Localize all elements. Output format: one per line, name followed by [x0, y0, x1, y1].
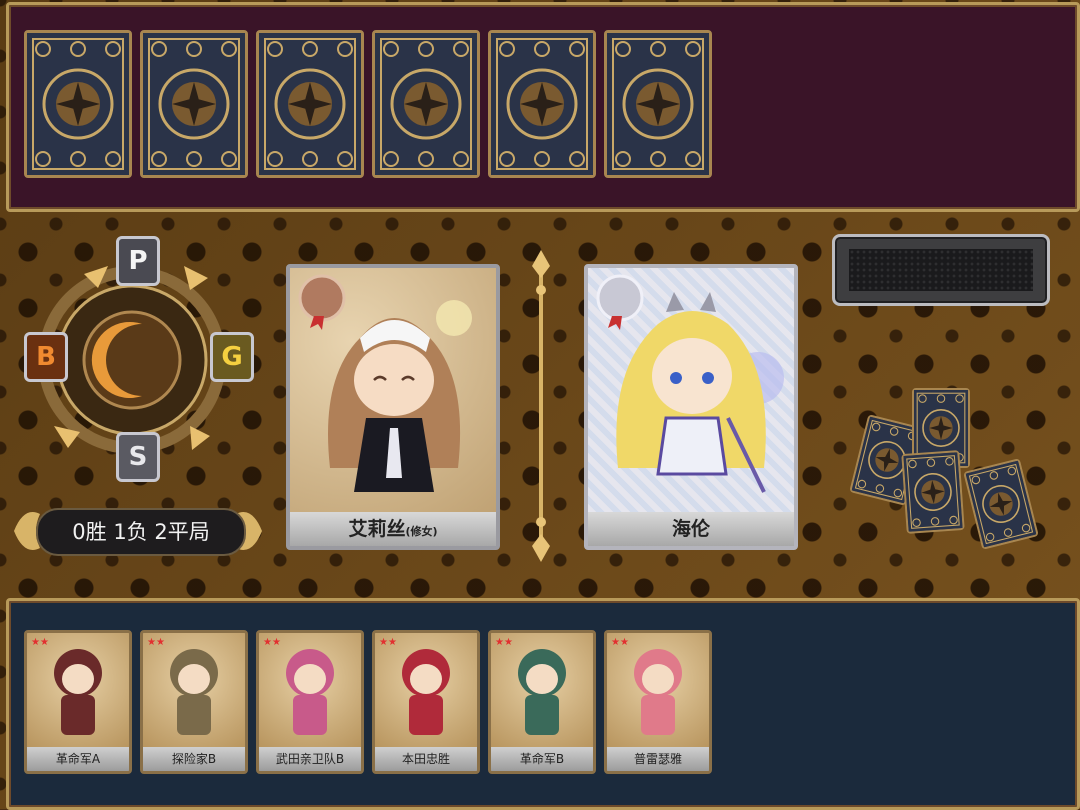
hand-card-label: 普雷瑟雅: [607, 747, 709, 771]
knight-chibi-illustration: [596, 274, 784, 493]
wheel-letter-s[interactable]: S: [116, 432, 160, 482]
hand-card-art: [259, 633, 361, 747]
hand-card[interactable]: ★★ 武田亲卫队B: [256, 630, 364, 774]
rarity-stars: ★★: [147, 637, 165, 648]
player-card-name-main: 艾莉丝: [348, 518, 406, 540]
chibi-illustration: [54, 649, 102, 735]
hand-card-label: 探险家B: [143, 747, 245, 771]
chibi-illustration: [634, 649, 682, 735]
opponent-card-back: [372, 30, 480, 178]
player-card-art: [290, 268, 496, 512]
hand-card-label: 革命军B: [491, 747, 593, 771]
nun-chibi-illustration: [298, 274, 472, 492]
enemy-card-art: [588, 268, 794, 512]
rarity-stars: ★★: [495, 637, 513, 648]
record-plate: 0胜 1负 2平局: [10, 500, 266, 562]
hand-card-art: [375, 633, 477, 747]
deck-card-back: [901, 450, 965, 534]
hand-card-art: [143, 633, 245, 747]
opponent-card-back: [604, 30, 712, 178]
opponent-card-back: [140, 30, 248, 178]
rarity-stars: ★★: [263, 637, 281, 648]
chibi-illustration: [286, 649, 334, 735]
rarity-stars: ★★: [31, 637, 49, 648]
rarity-stars: ★★: [611, 637, 629, 648]
wheel-letter-p[interactable]: P: [116, 236, 160, 286]
wheel-letter-g[interactable]: G: [210, 332, 254, 382]
hand-card-label: 革命军A: [27, 747, 129, 771]
hand-card-label: 本田忠胜: [375, 747, 477, 771]
hand-card-label: 武田亲卫队B: [259, 747, 361, 771]
hand-card-art: [607, 633, 709, 747]
opponent-card-back: [256, 30, 364, 178]
hand-card[interactable]: ★★ 探险家B: [140, 630, 248, 774]
hand-card-art: [27, 633, 129, 747]
player-card-name-sub: (修女): [405, 525, 438, 538]
hand-card[interactable]: ★★ 革命军B: [488, 630, 596, 774]
vs-divider-ornament: [532, 250, 550, 562]
opponent-card-back: [24, 30, 132, 178]
record-text: 0胜 1负 2平局: [36, 508, 246, 556]
hand-card-art: [491, 633, 593, 747]
hand-card[interactable]: ★★ 革命军A: [24, 630, 132, 774]
player-card-name: 艾莉丝(修女): [290, 512, 496, 546]
player-battle-card[interactable]: 艾莉丝(修女): [286, 264, 500, 550]
scoreboard-screen: [849, 249, 1033, 291]
enemy-battle-card[interactable]: 海伦: [584, 264, 798, 550]
chibi-illustration: [518, 649, 566, 735]
hand-card[interactable]: ★★ 普雷瑟雅: [604, 630, 712, 774]
chibi-illustration: [170, 649, 218, 735]
rarity-stars: ★★: [379, 637, 397, 648]
enemy-card-name: 海伦: [588, 512, 794, 546]
opponent-card-back: [488, 30, 596, 178]
dot-matrix-scoreboard: [832, 234, 1050, 306]
chibi-illustration: [402, 649, 450, 735]
wheel-letter-b[interactable]: B: [24, 332, 68, 382]
element-wheel: P G S B: [24, 236, 254, 486]
hand-card[interactable]: ★★ 本田忠胜: [372, 630, 480, 774]
